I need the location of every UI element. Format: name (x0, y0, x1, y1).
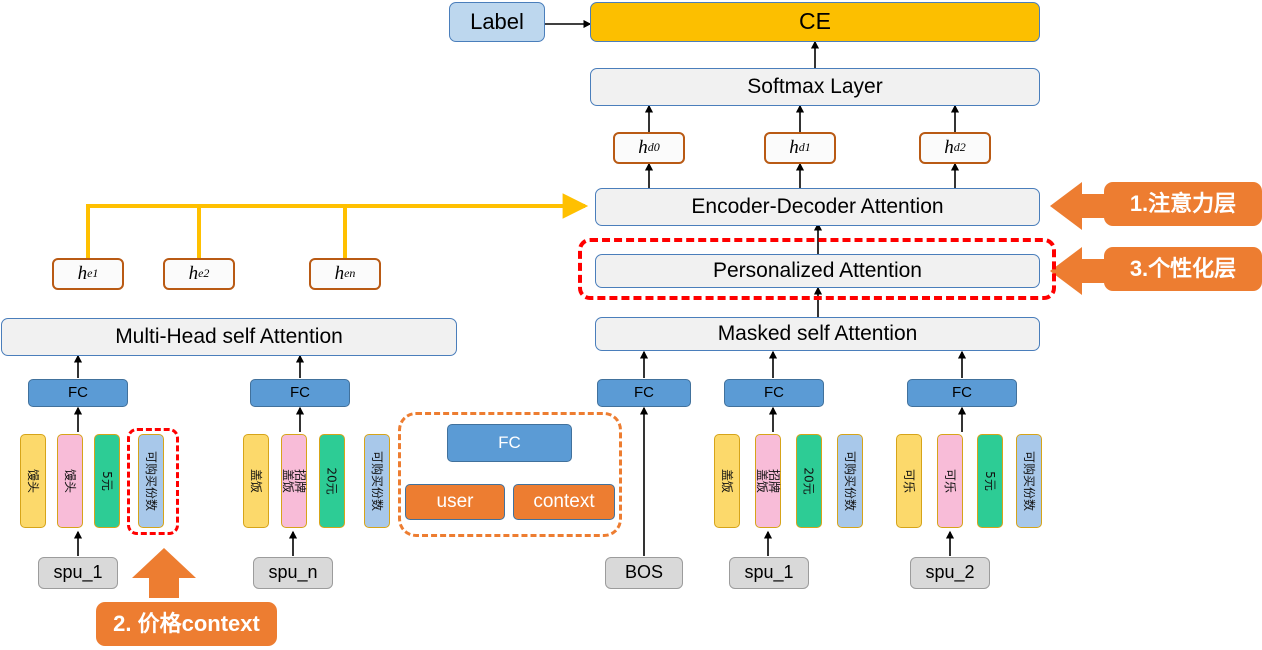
token-label: 可购买份数 (1022, 450, 1037, 512)
token-label: 5元 (99, 471, 114, 491)
masked-self-attention-bar: Masked self Attention (595, 317, 1040, 351)
arrow-price-context (132, 548, 196, 598)
token-label: 招牌盖饭 (755, 469, 781, 494)
hidden-state-subscript: d0 (647, 140, 660, 155)
fc-decoder-spu1: FC (724, 379, 824, 407)
hidden-state-subscript: d1 (798, 140, 811, 155)
hidden-state-hd1: h d1 (764, 132, 836, 164)
token-chip: 招牌盖饭 (755, 434, 781, 528)
token-label: 可购买份数 (843, 450, 858, 512)
ce-loss-bar: CE (590, 2, 1040, 42)
hidden-state-symbol: h (77, 262, 88, 284)
fc-decoder-bos: FC (597, 379, 691, 407)
hidden-state-symbol: h (944, 136, 954, 158)
token-label: 可购买份数 (144, 450, 159, 512)
token-chip: 馒头 (20, 434, 46, 528)
token-label: 5元 (982, 471, 997, 491)
fc-decoder-spu2: FC (907, 379, 1017, 407)
personalized-attention-bar: Personalized Attention (595, 254, 1040, 288)
token-chip: 可购买份数 (138, 434, 164, 528)
token-label: 馒头 (26, 468, 41, 494)
token-chip: 馒头 (57, 434, 83, 528)
token-chip: 5元 (94, 434, 120, 528)
token-chip: 可购买份数 (364, 434, 390, 528)
token-chip: 20元 (319, 434, 345, 528)
hidden-state-symbol: h (789, 136, 799, 158)
token-label: 盖饭 (720, 468, 735, 494)
annotation-attention-layer: 1.注意力层 (1104, 182, 1262, 226)
spu-label-decoder-bos: BOS (605, 557, 683, 589)
token-label: 盖饭 (249, 468, 264, 494)
label-box: Label (449, 2, 545, 42)
fc-encoder-n: FC (250, 379, 350, 407)
token-label: 可购买份数 (370, 450, 385, 512)
encoder-decoder-attention-bar: Encoder-Decoder Attention (595, 188, 1040, 226)
token-chip: 盖饭 (714, 434, 740, 528)
encoder-output-bus (86, 193, 589, 258)
token-label: 20元 (325, 467, 339, 495)
token-label: 可乐 (902, 468, 917, 494)
token-chip: 招牌盖饭 (281, 434, 307, 528)
spu-label-encoder-n: spu_n (253, 557, 333, 589)
token-label: 馒头 (63, 468, 78, 494)
multi-head-self-attention-bar: Multi-Head self Attention (1, 318, 457, 356)
hidden-state-hd0: h d0 (613, 132, 685, 164)
spu-label-encoder-1: spu_1 (38, 557, 118, 589)
popup-fc-box: FC (447, 424, 572, 462)
token-chip: 可乐 (896, 434, 922, 528)
token-chip: 可购买份数 (837, 434, 863, 528)
hidden-state-symbol: h (188, 262, 199, 284)
annotation-personalization-layer: 3.个性化层 (1104, 247, 1262, 291)
popup-context-box: context (513, 484, 615, 520)
token-chip: 5元 (977, 434, 1003, 528)
hidden-state-hen: h en (309, 258, 381, 290)
token-label: 招牌盖饭 (281, 469, 307, 494)
hidden-state-subscript: e1 (87, 266, 99, 281)
annotation-price-context: 2. 价格context (96, 602, 277, 646)
token-chip: 可乐 (937, 434, 963, 528)
token-chip: 20元 (796, 434, 822, 528)
arrow-personalization-layer (1050, 247, 1106, 295)
arrow-attention-layer (1050, 182, 1106, 230)
hidden-state-symbol: h (638, 136, 648, 158)
softmax-layer-bar: Softmax Layer (590, 68, 1040, 106)
hidden-state-he2: h e2 (163, 258, 235, 290)
token-chip: 盖饭 (243, 434, 269, 528)
hidden-state-hd2: h d2 (919, 132, 991, 164)
hidden-state-subscript: en (344, 266, 356, 281)
token-chip: 可购买份数 (1016, 434, 1042, 528)
hidden-state-subscript: d2 (953, 140, 966, 155)
spu-label-decoder-1: spu_1 (729, 557, 809, 589)
spu-label-decoder-2: spu_2 (910, 557, 990, 589)
token-label: 20元 (802, 467, 816, 495)
fc-encoder-1: FC (28, 379, 128, 407)
token-label: 可乐 (943, 468, 958, 494)
popup-user-box: user (405, 484, 505, 520)
diagram-canvas: Label CE Softmax Layer h d0 h d1 h d2 Encod… (0, 0, 1262, 650)
hidden-state-he1: h e1 (52, 258, 124, 290)
hidden-state-symbol: h (334, 262, 345, 284)
hidden-state-subscript: e2 (198, 266, 210, 281)
